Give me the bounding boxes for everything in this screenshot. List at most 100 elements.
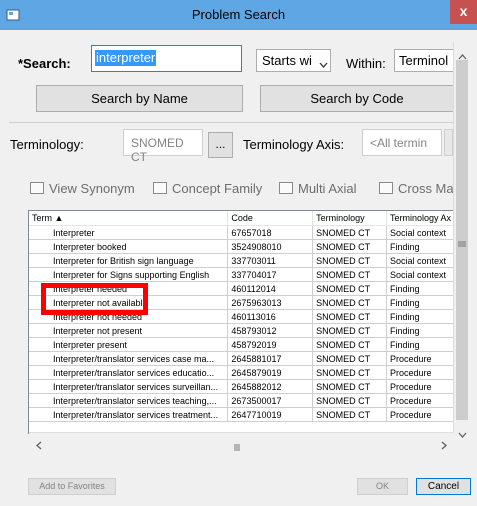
cell-term: Interpreter/translator services treatmen… <box>29 407 229 422</box>
search-by-name-button[interactable]: Search by Name <box>36 85 243 112</box>
cell-terminology-axis: Finding <box>386 323 456 338</box>
cancel-button[interactable]: Cancel <box>416 478 471 495</box>
cell-term: Interpreter/translator services teaching… <box>29 393 229 408</box>
cell-terminology: SNOMED CT <box>312 253 387 268</box>
sort-ascending-icon: ▲ <box>54 213 64 223</box>
within-value: Terminol <box>399 53 449 68</box>
table-row[interactable]: Interpreter for British sign language 337… <box>29 253 456 268</box>
table-row[interactable]: Interpreter/translator services treatmen… <box>29 407 456 422</box>
cell-terminology: SNOMED CT <box>312 351 387 366</box>
cell-terminology-axis: Procedure <box>386 407 456 422</box>
table-row[interactable]: Interpreter 67657018 SNOMED CT Social conte… <box>29 225 456 240</box>
match-mode-value: Starts wi <box>262 53 312 68</box>
multi-axial-label: Multi Axial <box>298 181 357 196</box>
scroll-down-icon[interactable] <box>458 426 467 444</box>
ok-button[interactable]: OK <box>357 478 408 495</box>
table-row[interactable]: Interpreter present 458792019 SNOMED CT Fin… <box>29 337 456 352</box>
cell-terminology-axis: Finding <box>386 337 456 352</box>
match-mode-dropdown[interactable]: Starts wi <box>256 49 331 72</box>
table-row[interactable]: Interpreter for Signs supporting English… <box>29 267 456 282</box>
cell-terminology: SNOMED CT <box>312 337 387 352</box>
cell-terminology-axis: Social context <box>386 253 456 268</box>
cell-terminology: SNOMED CT <box>312 239 387 254</box>
terminology-label: Terminology: <box>10 137 84 152</box>
terminology-axis-field[interactable]: <All termin <box>362 129 442 156</box>
within-label: Within: <box>346 56 386 71</box>
cell-terminology: SNOMED CT <box>312 225 387 240</box>
cross-map-icon <box>379 182 393 194</box>
view-synonym-label: View Synonym <box>49 181 135 196</box>
cell-term: Interpreter <box>29 225 229 240</box>
table-row[interactable]: Interpreter/translator services case ma.… <box>29 351 456 366</box>
cell-terminology: SNOMED CT <box>312 407 387 422</box>
horizontal-scrollbar[interactable] <box>29 432 454 450</box>
cell-code: 458792019 <box>227 337 314 352</box>
multi-axial-button[interactable]: Multi Axial <box>279 181 357 196</box>
cell-terminology-axis: Finding <box>386 281 456 296</box>
cell-terminology: SNOMED CT <box>312 365 387 380</box>
cell-terminology: SNOMED CT <box>312 379 387 394</box>
terminology-axis-label: Terminology Axis: <box>243 137 345 152</box>
cross-map-button[interactable]: Cross Ma <box>379 181 454 196</box>
cross-map-label: Cross Ma <box>398 181 454 196</box>
cell-code: 2645879019 <box>227 365 314 380</box>
cell-code: 2647710019 <box>227 407 314 422</box>
table-row[interactable]: Interpreter not present 458793012 SNOMED C… <box>29 323 456 338</box>
close-button[interactable]: x <box>450 0 477 24</box>
chevron-down-icon <box>319 56 328 74</box>
view-synonym-icon <box>30 182 44 194</box>
cell-terminology-axis: Social context <box>386 225 456 240</box>
terminology-axis-button[interactable] <box>444 129 453 156</box>
search-label: *Search: <box>18 56 71 71</box>
table-row[interactable]: Interpreter/translator services teaching… <box>29 393 456 408</box>
highlight-annotation-box <box>41 283 148 315</box>
cell-terminology: SNOMED CT <box>312 393 387 408</box>
table-row[interactable]: Interpreter booked 3524908010 SNOMED CT Fin… <box>29 239 456 254</box>
cell-code: 460113016 <box>227 309 314 324</box>
results-grid[interactable]: Term ▲ Code Terminology Terminology Ax I… <box>28 210 457 434</box>
cell-code: 458793012 <box>227 323 314 338</box>
scroll-left-icon[interactable] <box>35 437 42 455</box>
search-input[interactable]: interpreter <box>91 45 242 72</box>
cell-terminology-axis: Procedure <box>386 393 456 408</box>
column-header-terminology-axis[interactable]: Terminology Ax <box>386 211 456 226</box>
cell-term: Interpreter not present <box>29 323 229 338</box>
cell-term: Interpreter present <box>29 337 229 352</box>
column-header-term-label: Term <box>32 213 52 223</box>
window-title: Problem Search <box>191 7 286 22</box>
cell-term: Interpreter for British sign language <box>29 253 229 268</box>
table-header-row: Term ▲ Code Terminology Terminology Ax <box>29 211 456 226</box>
cell-terminology-axis: Finding <box>386 309 456 324</box>
cell-terminology: SNOMED CT <box>312 309 387 324</box>
view-synonym-button[interactable]: View Synonym <box>30 181 135 196</box>
cell-code: 2645882012 <box>227 379 314 394</box>
search-input-value: interpreter <box>95 50 157 66</box>
column-header-term[interactable]: Term ▲ <box>29 211 229 226</box>
cell-terminology: SNOMED CT <box>312 323 387 338</box>
cell-term: Interpreter/translator services case ma.… <box>29 351 229 366</box>
cell-code: 337704017 <box>227 267 314 282</box>
terminology-axis-value: <All termin <box>370 136 428 150</box>
cell-code: 337703011 <box>227 253 314 268</box>
search-by-code-button[interactable]: Search by Code <box>260 85 454 112</box>
column-header-code[interactable]: Code <box>227 211 314 226</box>
within-dropdown[interactable]: Terminol <box>394 49 454 72</box>
column-header-terminology[interactable]: Terminology <box>312 211 387 226</box>
cell-term: Interpreter booked <box>29 239 229 254</box>
concept-family-button[interactable]: Concept Family <box>153 181 262 196</box>
results-table: Term ▲ Code Terminology Terminology Ax I… <box>29 211 456 422</box>
scroll-right-icon[interactable] <box>441 437 448 455</box>
table-row[interactable]: Interpreter/translator services educatio… <box>29 365 456 380</box>
cell-terminology: SNOMED CT <box>312 267 387 282</box>
terminology-field[interactable]: SNOMED CT <box>123 129 203 164</box>
cell-code: 3524908010 <box>227 239 314 254</box>
cell-code: 2673500017 <box>227 393 314 408</box>
table-row[interactable]: Interpreter/translator services surveill… <box>29 379 456 394</box>
add-to-favorites-button[interactable]: Add to Favorites <box>28 478 116 495</box>
cell-terminology-axis: Finding <box>386 239 456 254</box>
browse-terminology-button[interactable]: ... <box>208 132 233 158</box>
cell-term: Interpreter for Signs supporting English <box>29 267 229 282</box>
cell-term: Interpreter/translator services surveill… <box>29 379 229 394</box>
cell-code: 67657018 <box>227 225 314 240</box>
concept-family-icon <box>153 182 167 194</box>
